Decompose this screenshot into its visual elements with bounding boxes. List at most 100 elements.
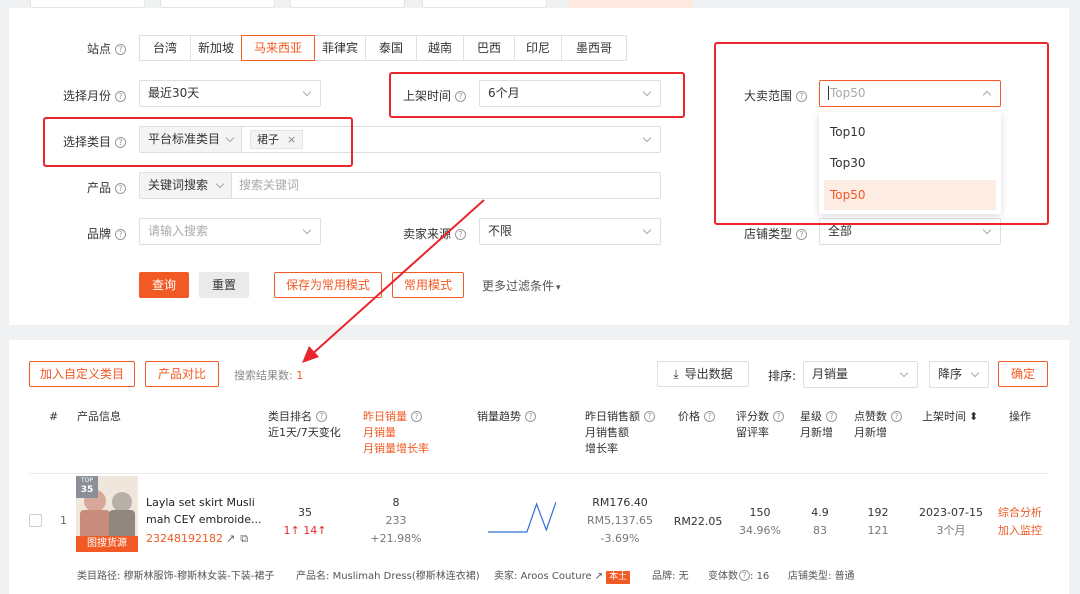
search-mode-value: 关键词搜索 <box>148 178 209 192</box>
help-icon[interactable]: ? <box>644 411 655 422</box>
image-search-tag[interactable]: 图搜货源 <box>76 536 138 552</box>
price-cell: RM22.05 <box>673 515 723 528</box>
external-link-icon[interactable]: ↗ <box>595 571 603 582</box>
meta-brand: 品牌: 无 <box>652 571 689 582</box>
site-tab[interactable]: 越南 <box>416 35 464 61</box>
more-filters-link[interactable]: 更多过滤条件 ▾ <box>482 277 561 294</box>
chevron-down-icon <box>982 225 992 235</box>
col-reviews: 评分数? 留评率 <box>736 409 784 441</box>
site-tab[interactable]: 印尼 <box>514 35 562 61</box>
reset-button[interactable]: 重置 <box>199 272 249 298</box>
reviews-cell: 150 34.96% <box>739 506 781 537</box>
save-mode-button[interactable]: 保存为常用模式 <box>274 272 382 298</box>
col-revenue: 昨日销售额? 月销售额 增长率 <box>585 409 655 457</box>
row-index: 1 <box>60 514 67 527</box>
product-title[interactable]: Layla set skirt Musli mah CEY embroide... <box>146 494 262 528</box>
help-icon[interactable]: ? <box>891 411 902 422</box>
compare-button[interactable]: 产品对比 <box>145 361 219 387</box>
export-button[interactable]: ⤓ 导出数据 <box>657 361 749 387</box>
product-id[interactable]: 23248192182 ↗ ⧉ <box>146 532 248 546</box>
bestseller-dropdown: Top10 Top30 Top50 <box>819 112 1001 214</box>
analysis-link[interactable]: 综合分析 <box>994 504 1046 522</box>
help-icon[interactable]: ? <box>411 411 422 422</box>
row-checkbox[interactable] <box>29 514 42 527</box>
shop-type-value: 全部 <box>828 224 853 238</box>
site-tab[interactable]: 菲律宾 <box>314 35 366 61</box>
month-select[interactable]: 最近30天 <box>139 80 321 107</box>
col-ops: 操作 <box>1009 410 1031 423</box>
seller-source-value: 不限 <box>488 224 513 238</box>
image-figure-1-body <box>80 510 110 538</box>
seller-source-label: 卖家来源? <box>390 225 466 242</box>
help-icon[interactable]: ? <box>739 570 750 581</box>
rank-cell: 35 1↑ 14↑ <box>283 506 327 537</box>
site-tab[interactable]: 新加坡 <box>190 35 242 61</box>
confirm-button[interactable]: 确定 <box>998 361 1048 387</box>
site-tab[interactable]: 台湾 <box>139 35 191 61</box>
dropdown-option-top50[interactable]: Top50 <box>824 180 996 210</box>
sort-icon: ⬍ <box>969 410 979 423</box>
sort-select[interactable]: 月销量 <box>803 361 918 388</box>
likes-cell: 192 121 <box>867 506 889 537</box>
help-icon[interactable]: ? <box>316 411 327 422</box>
annotation-box-list-time <box>389 72 685 118</box>
monitor-link[interactable]: 加入监控 <box>994 522 1046 540</box>
order-select[interactable]: 降序 <box>929 361 989 388</box>
site-label: 站点? <box>60 40 126 57</box>
meta-shop-type: 店铺类型: 普通 <box>788 571 855 582</box>
help-icon[interactable]: ? <box>796 229 807 240</box>
help-icon[interactable]: ? <box>115 44 126 55</box>
common-mode-button[interactable]: 常用模式 <box>392 272 464 298</box>
copy-icon[interactable]: ⧉ <box>240 532 248 545</box>
top-tab-3[interactable] <box>290 0 405 8</box>
meta-product-name: 产品名: Muslimah Dress(穆斯林连衣裙) <box>296 571 480 582</box>
divider <box>29 473 1049 474</box>
shop-type-label: 店铺类型? <box>725 225 807 242</box>
external-link-icon[interactable]: ↗ <box>226 532 235 545</box>
search-mode-select[interactable]: 关键词搜索 <box>140 173 232 198</box>
top-rank-badge: TOP 35 <box>76 476 98 498</box>
download-icon: ⤓ <box>673 367 679 381</box>
help-icon[interactable]: ? <box>826 411 837 422</box>
meta-category-path: 类目路径: 穆斯林服饰-穆斯林女装-下装-裙子 <box>77 571 275 582</box>
month-label: 选择月份? <box>40 87 126 104</box>
top-tab-5[interactable] <box>568 0 693 8</box>
chevron-down-icon <box>302 225 312 235</box>
brand-label: 品牌? <box>60 225 126 242</box>
product-image[interactable]: TOP 35 图搜货源 <box>76 476 138 552</box>
help-icon[interactable]: ? <box>115 183 126 194</box>
top-tab-1[interactable] <box>30 0 145 8</box>
site-tab[interactable]: 墨西哥 <box>561 35 627 61</box>
meta-seller: 卖家: Aroos Couture ↗ 本土 <box>494 567 631 584</box>
site-tab[interactable]: 泰国 <box>365 35 417 61</box>
sales-cell: 8 233 +21.98% <box>370 496 422 545</box>
col-listed[interactable]: 上架时间 ⬍ <box>922 409 978 425</box>
help-icon[interactable]: ? <box>773 411 784 422</box>
help-icon[interactable]: ? <box>704 411 715 422</box>
help-icon[interactable]: ? <box>115 229 126 240</box>
site-tab[interactable]: 马来西亚 <box>241 35 315 61</box>
top-tab-4[interactable] <box>422 0 547 8</box>
query-button[interactable]: 查询 <box>139 272 189 298</box>
help-icon[interactable]: ? <box>455 229 466 240</box>
chevron-down-icon <box>642 133 652 143</box>
col-sales: 昨日销量? 月销量 月销量增长率 <box>363 410 429 455</box>
add-custom-category-button[interactable]: 加入自定义类目 <box>29 361 135 387</box>
dropdown-option-top30[interactable]: Top30 <box>819 148 1001 178</box>
help-icon[interactable]: ? <box>115 91 126 102</box>
top-tab-2[interactable] <box>160 0 275 8</box>
col-trend: 销量趋势? <box>477 409 536 425</box>
seller-source-select[interactable]: 不限 <box>479 218 661 245</box>
product-label: 产品? <box>60 179 126 196</box>
product-search-input[interactable]: 搜索关键词 <box>239 173 649 198</box>
arrow-up-icon: ↑ <box>290 524 300 537</box>
seller-link[interactable]: Aroos Couture <box>521 571 592 582</box>
help-icon[interactable]: ? <box>525 411 536 422</box>
image-figure-2-body <box>109 510 135 538</box>
site-tab[interactable]: 巴西 <box>463 35 515 61</box>
col-index: # <box>49 410 59 423</box>
dropdown-option-top10[interactable]: Top10 <box>819 117 1001 147</box>
brand-select[interactable]: 请输入搜索 <box>139 218 321 245</box>
product-search: 关键词搜索 搜索关键词 <box>139 172 661 199</box>
month-value: 最近30天 <box>148 86 200 100</box>
